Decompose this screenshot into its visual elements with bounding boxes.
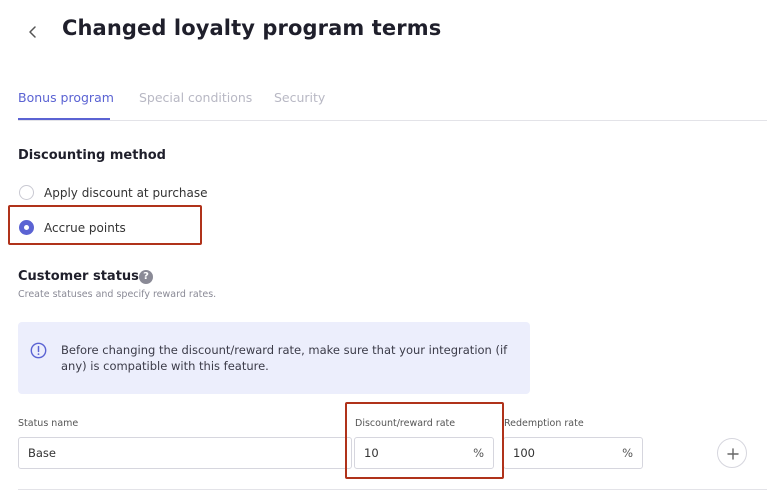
discount-rate-label: Discount/reward rate — [355, 418, 456, 429]
status-name-label: Status name — [18, 418, 79, 429]
status-name-input[interactable]: Base — [18, 437, 352, 469]
radio-button-checked[interactable] — [19, 220, 34, 235]
info-banner: Before changing the discount/reward rate… — [18, 322, 530, 394]
percent-suffix: % — [473, 446, 484, 460]
chevron-left-icon — [29, 26, 36, 38]
discount-rate-input[interactable]: 10 % — [354, 437, 494, 469]
radio-button-unchecked[interactable] — [19, 185, 34, 200]
discount-rate-value: 10 — [364, 446, 379, 460]
tab-bar: Bonus program Special conditions Securit… — [18, 90, 767, 121]
percent-suffix: % — [622, 446, 633, 460]
status-name-value: Base — [28, 446, 57, 460]
back-button[interactable] — [24, 22, 42, 42]
add-status-button[interactable] — [717, 438, 747, 468]
customer-status-subtitle: Create statuses and specify reward rates… — [18, 289, 217, 300]
plus-icon — [727, 448, 739, 460]
divider — [18, 489, 767, 490]
radio-label: Apply discount at purchase — [44, 185, 208, 200]
page-title: Changed loyalty program terms — [62, 16, 442, 40]
customer-status-title: Customer status — [18, 269, 139, 284]
info-icon — [30, 342, 47, 359]
redemption-rate-input[interactable]: 100 % — [503, 437, 643, 469]
tab-security[interactable]: Security — [274, 90, 325, 105]
tab-special-conditions[interactable]: Special conditions — [139, 90, 252, 105]
radio-label: Accrue points — [44, 220, 126, 235]
redemption-rate-label: Redemption rate — [504, 418, 584, 429]
info-banner-text: Before changing the discount/reward rate… — [61, 343, 508, 373]
discounting-method-title: Discounting method — [18, 148, 166, 163]
tab-bonus-program[interactable]: Bonus program — [18, 90, 114, 105]
redemption-rate-value: 100 — [513, 446, 535, 460]
radio-apply-discount[interactable]: Apply discount at purchase — [19, 185, 208, 200]
question-icon[interactable]: ? — [139, 270, 153, 284]
active-tab-indicator — [18, 118, 110, 120]
radio-accrue-points[interactable]: Accrue points — [19, 220, 126, 235]
